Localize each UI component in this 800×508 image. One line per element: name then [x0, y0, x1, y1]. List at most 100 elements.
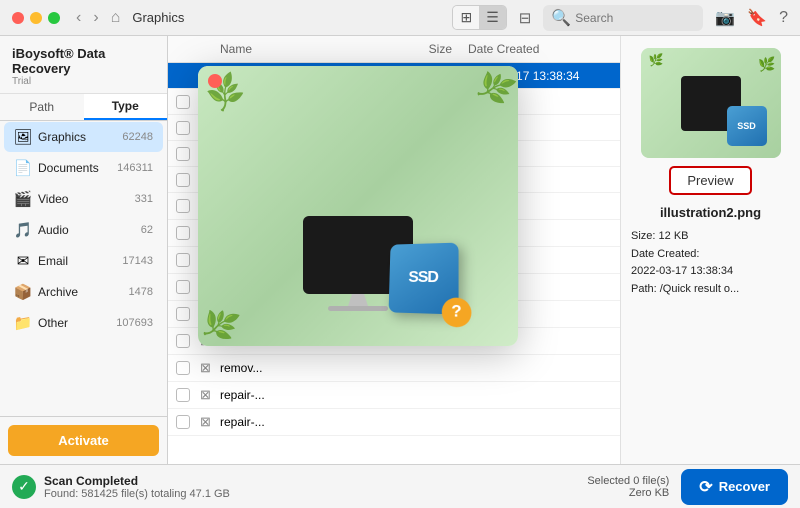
close-button[interactable]	[12, 12, 24, 24]
sidebar-item-other[interactable]: 📁 Other 107693	[4, 308, 163, 338]
tab-path[interactable]: Path	[0, 94, 84, 120]
row-checkbox[interactable]	[176, 95, 190, 109]
sidebar-header: iBoysoft® Data Recovery Trial	[0, 36, 167, 94]
preview-meta: Size: 12 KB Date Created: 2022-03-17 13:…	[631, 228, 790, 298]
grid-view-button[interactable]: ⊞	[453, 6, 479, 29]
tab-type[interactable]: Type	[84, 94, 168, 120]
recover-button[interactable]: ⟳ Recover	[681, 469, 788, 505]
header-date: Date Created	[452, 42, 592, 56]
app-subtitle: Trial	[12, 76, 155, 87]
sidebar-item-label: Audio	[38, 223, 141, 237]
other-icon: 📁	[14, 314, 32, 332]
help-icon[interactable]: ?	[779, 9, 788, 27]
ssd-illustration: SSD ?	[388, 243, 473, 328]
activate-button[interactable]: Activate	[8, 425, 159, 456]
header-name: Name	[220, 42, 372, 56]
sidebar-item-count: 107693	[116, 317, 153, 329]
row-checkbox[interactable]	[176, 173, 190, 187]
preview-size-value: 12 KB	[659, 230, 689, 242]
search-icon: 🔍	[551, 8, 571, 28]
row-checkbox[interactable]	[176, 69, 190, 83]
sidebar-item-label: Other	[38, 316, 116, 330]
toolbar-actions: ⊞ ☰ ⊟ 🔍 📷 🔖 ?	[452, 5, 788, 31]
sidebar-footer: Activate	[0, 416, 167, 464]
scan-detail: Found: 581425 file(s) totaling 47.1 GB	[44, 488, 587, 500]
sidebar-item-count: 17143	[122, 255, 153, 267]
row-checkbox[interactable]	[176, 388, 190, 402]
preview-size-row: Size: 12 KB	[631, 228, 790, 246]
sidebar-item-documents[interactable]: 📄 Documents 146311	[4, 153, 163, 183]
preview-filename: illustration2.png	[660, 205, 761, 220]
search-input[interactable]	[575, 11, 695, 25]
popup-close-button[interactable]	[208, 74, 222, 88]
ssd-question-mark: ?	[442, 297, 472, 327]
home-button[interactable]: ⌂	[107, 7, 125, 29]
archive-icon: 📦	[14, 283, 32, 301]
documents-icon: 📄	[14, 159, 32, 177]
table-row[interactable]: ⊠ repair-...	[168, 409, 620, 436]
audio-icon: 🎵	[14, 221, 32, 239]
scan-info: Scan Completed Found: 581425 file(s) tot…	[44, 474, 587, 500]
filter-icon[interactable]: ⊟	[519, 9, 532, 27]
row-checkbox[interactable]	[176, 361, 190, 375]
minimize-button[interactable]	[30, 12, 42, 24]
header-size: Size	[372, 42, 452, 56]
selected-file-size: Zero KB	[587, 487, 669, 499]
sidebar-item-email[interactable]: ✉ Email 17143	[4, 246, 163, 276]
preview-date-value: 2022-03-17 13:38:34	[631, 265, 733, 277]
file-type-icon: ⊠	[200, 414, 211, 429]
sidebar-item-label: Email	[38, 254, 122, 268]
imac-stand	[348, 294, 368, 306]
row-checkbox[interactable]	[176, 307, 190, 321]
row-checkbox[interactable]	[176, 334, 190, 348]
row-checkbox[interactable]	[176, 199, 190, 213]
back-button[interactable]: ‹	[72, 7, 85, 29]
sidebar-item-archive[interactable]: 📦 Archive 1478	[4, 277, 163, 307]
preview-date-label: Date Created:	[631, 248, 699, 260]
table-row[interactable]: ⊠ remov...	[168, 355, 620, 382]
app-title: iBoysoft® Data Recovery	[12, 46, 155, 76]
row-checkbox[interactable]	[176, 121, 190, 135]
preview-size-label: Size:	[631, 230, 655, 242]
maximize-button[interactable]	[48, 12, 60, 24]
thumb-leaf: 🌿	[758, 56, 775, 73]
sidebar-item-label: Graphics	[38, 130, 122, 144]
row-checkbox[interactable]	[176, 280, 190, 294]
sidebar-item-video[interactable]: 🎬 Video 331	[4, 184, 163, 214]
sidebar-items: 🖼 Graphics 62248 📄 Documents 146311 🎬 Vi…	[0, 121, 167, 416]
sidebar-item-graphics[interactable]: 🖼 Graphics 62248	[4, 122, 163, 152]
row-checkbox[interactable]	[176, 415, 190, 429]
preview-date-row: Date Created: 2022-03-17 13:38:34	[631, 246, 790, 281]
sidebar: iBoysoft® Data Recovery Trial Path Type …	[0, 36, 168, 464]
selected-file-count: Selected 0 file(s)	[587, 475, 669, 487]
recover-label: Recover	[719, 479, 770, 494]
window-title: Graphics	[132, 10, 184, 25]
file-type-icon: ⊠	[200, 387, 211, 402]
sidebar-item-audio[interactable]: 🎵 Audio 62	[4, 215, 163, 245]
row-checkbox[interactable]	[176, 147, 190, 161]
imac-base	[328, 306, 388, 311]
email-icon: ✉	[14, 252, 32, 270]
file-name: repair-...	[220, 415, 392, 429]
traffic-lights	[12, 12, 60, 24]
row-checkbox[interactable]	[176, 226, 190, 240]
camera-icon[interactable]: 📷	[715, 8, 735, 28]
forward-button[interactable]: ›	[89, 7, 102, 29]
list-view-button[interactable]: ☰	[479, 6, 506, 29]
file-name: repair-...	[220, 388, 392, 402]
row-checkbox[interactable]	[176, 253, 190, 267]
file-type-icon: ⊠	[200, 360, 211, 375]
status-bar: ✓ Scan Completed Found: 581425 file(s) t…	[0, 464, 800, 508]
popup-image-area: 🌿 🌿 🌿 SSD ?	[198, 66, 518, 346]
sidebar-item-label: Documents	[38, 161, 117, 175]
table-row[interactable]: ⊠ repair-...	[168, 382, 620, 409]
view-toggle: ⊞ ☰	[452, 5, 506, 30]
preview-button[interactable]: Preview	[669, 166, 751, 195]
sidebar-item-count: 331	[135, 193, 153, 205]
thumb-leaf2: 🌿	[649, 53, 664, 67]
bookmark-icon[interactable]: 🔖	[747, 8, 767, 28]
sidebar-item-label: Archive	[38, 285, 129, 299]
preview-path-label: Path:	[631, 283, 657, 295]
preview-thumbnail: SSD 🌿 🌿	[641, 48, 781, 158]
search-bar: 🔍	[543, 5, 703, 31]
